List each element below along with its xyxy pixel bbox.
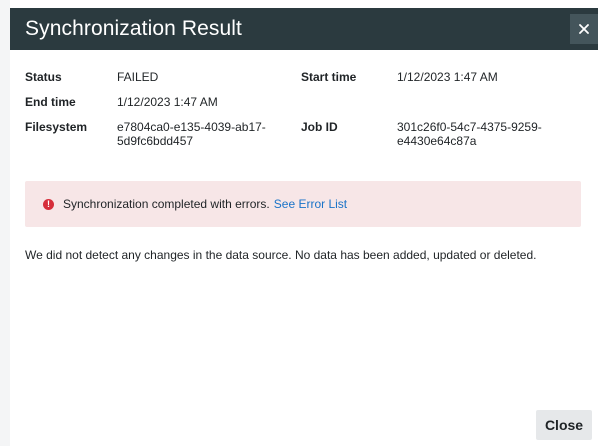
dialog-header: Synchronization Result: [10, 8, 598, 50]
filesystem-value-line1: e7804ca0-e135-4039-ab17-: [117, 120, 266, 134]
see-error-list-link[interactable]: See Error List: [274, 197, 347, 211]
close-icon[interactable]: [570, 14, 598, 44]
job-id-label: Job ID: [301, 120, 338, 134]
dialog-title: Synchronization Result: [25, 17, 242, 40]
job-id-value-line1: 301c26f0-54c7-4375-9259-: [397, 120, 542, 134]
filesystem-value: e7804ca0-e135-4039-ab17- 5d9fc6bdd457: [117, 120, 266, 148]
alert-message: Synchronization completed with errors.: [63, 197, 270, 211]
filesystem-value-line2: 5d9fc6bdd457: [117, 134, 194, 148]
end-time-label: End time: [25, 95, 76, 109]
close-button[interactable]: Close: [536, 410, 592, 440]
status-label: Status: [25, 70, 62, 84]
sync-result-dialog: Synchronization Result Status FAILED Sta…: [0, 0, 598, 446]
status-value: FAILED: [117, 70, 159, 84]
start-time-label: Start time: [301, 70, 357, 84]
end-time-value: 1/12/2023 1:47 AM: [117, 95, 218, 109]
start-time-value: 1/12/2023 1:47 AM: [397, 70, 498, 84]
job-id-value-line2: e4430e64c87a: [397, 134, 477, 148]
filesystem-label: Filesystem: [25, 120, 88, 134]
error-icon: !: [43, 198, 54, 210]
backdrop-edge: [0, 0, 10, 446]
error-alert: ! Synchronization completed with errors.…: [25, 181, 581, 227]
summary-text: We did not detect any changes in the dat…: [25, 248, 537, 262]
job-id-value: 301c26f0-54c7-4375-9259- e4430e64c87a: [397, 120, 542, 148]
